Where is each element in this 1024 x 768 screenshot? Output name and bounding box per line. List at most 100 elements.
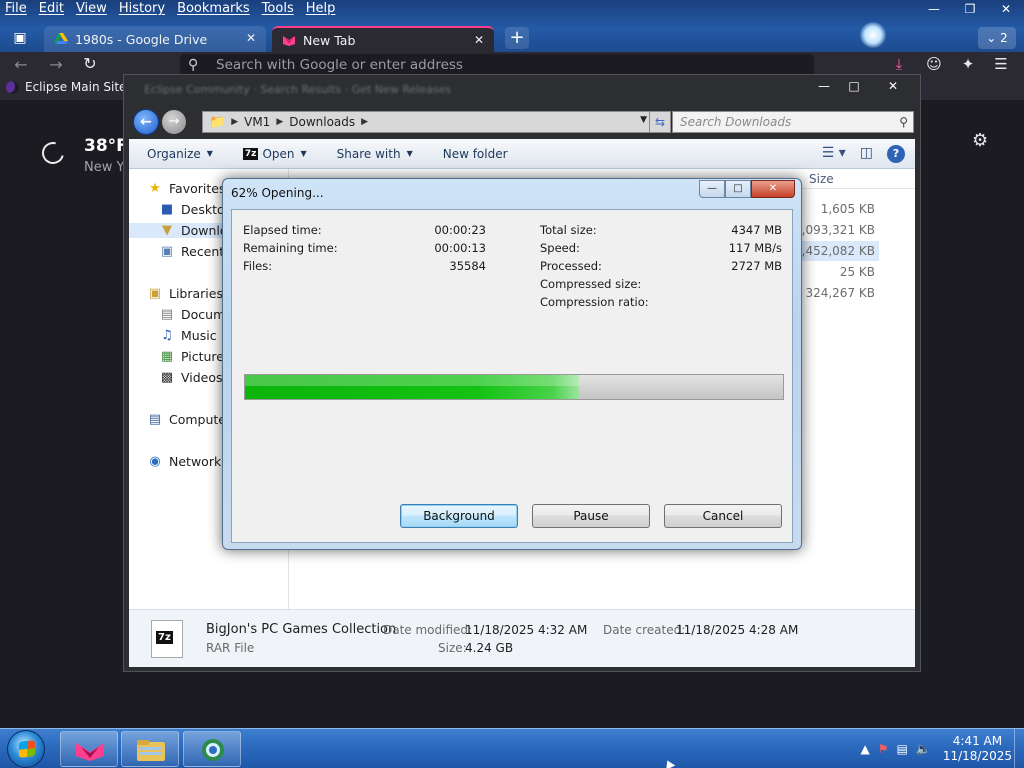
gear-icon[interactable]: ⚙ [972,130,988,151]
back-arrow-icon[interactable]: ← [133,109,159,135]
minimize-icon[interactable]: — [916,0,952,18]
nav-computer[interactable]: ▤ Compute [147,412,226,427]
chevron-down-icon[interactable]: ▼ [640,115,647,125]
tab-list-icon[interactable]: ▣ [6,28,34,50]
tab-title: New Tab [303,32,356,48]
date-modified-label: Date modified: [383,623,473,637]
extraction-progress-dialog: 62% Opening... — □ ✕ Elapsed time: 00:00… [222,178,802,550]
nav-label: Compute [169,412,227,427]
cancel-button[interactable]: Cancel [664,504,782,528]
download-icon[interactable]: ⤓ [888,55,910,73]
extensions-icon[interactable]: ✦ [957,55,979,73]
menu-edit[interactable]: Edit [39,0,64,20]
open-button[interactable]: 7z Open ▼ [242,146,307,161]
total-size-value: 4347 MB [731,223,782,237]
size-label: Size: [438,641,467,655]
breadcrumb-downloads[interactable]: Downloads [289,115,355,129]
menu-help[interactable]: Help [306,0,336,20]
tab-new-tab[interactable]: New Tab ✕ [272,26,494,52]
search-icon: ⚲ [188,57,199,73]
remaining-time-label: Remaining time: [243,241,338,255]
hamburger-menu-icon[interactable]: ☰ [990,55,1012,73]
close-tab-icon[interactable]: ✕ [246,31,256,45]
bookmark-eclipse[interactable]: Eclipse Main Site [6,80,126,94]
breadcrumb[interactable]: 📁 ▶ VM1 ▶ Downloads ▶ ▼ [202,111,654,133]
pictures-icon: ▦ [160,348,174,364]
menu-file[interactable]: File [5,0,27,20]
chevron-down-icon: ▼ [206,149,213,158]
background-button[interactable]: Background [400,504,518,528]
compression-ratio-label: Compression ratio: [540,295,649,309]
speed-label: Speed: [540,241,580,255]
open-label: Open [262,146,295,161]
explorer-titlebar: Eclipse Community · Search Results · Get… [124,75,920,109]
elapsed-time-label: Elapsed time: [243,223,322,237]
action-center-icon[interactable]: ⚑ [878,742,889,756]
taskbar-explorer[interactable] [121,731,179,767]
chevron-up-icon[interactable]: ▲ [861,742,870,756]
nav-pictures[interactable]: ▦ Pictures [159,349,231,364]
menu-tools[interactable]: Tools [262,0,294,20]
nav-documents[interactable]: ▤ Docum [159,307,225,322]
tab-count-button[interactable]: ⌄ 2 [978,27,1016,49]
menu-history[interactable]: History [119,0,165,20]
volume-muted-icon[interactable]: 🔈 [916,742,931,756]
share-with-button[interactable]: Share with ▼ [337,147,413,161]
address-bar[interactable]: ⚲ Search with Google or enter address [180,54,814,76]
date-created-label: Date created: [603,623,686,637]
nav-videos[interactable]: ▩ Videos [159,370,223,385]
start-button[interactable] [7,730,45,768]
clock[interactable]: 4:41 AM 11/18/2025 [943,734,1012,764]
menu-view[interactable]: View [76,0,107,20]
search-icon: ⚲ [899,115,908,129]
restore-icon[interactable]: ❐ [952,0,988,18]
breadcrumb-vm1[interactable]: VM1 [244,115,270,129]
nav-music[interactable]: ♫ Music [159,327,216,343]
new-folder-button[interactable]: New folder [443,147,508,161]
minimize-icon[interactable]: — [699,180,725,198]
tab-count: 2 [1000,31,1008,45]
help-icon[interactable]: ? [887,145,905,163]
forward-arrow-icon[interactable]: → [162,110,186,134]
show-desktop-button[interactable] [1014,729,1024,768]
refresh-icon[interactable]: ⇆ [649,111,671,133]
dialog-window-controls: — □ ✕ [699,180,795,198]
tab-google-drive[interactable]: 1980s - Google Drive ✕ [44,26,266,52]
new-tab-button[interactable]: + [505,27,529,49]
network-icon: ◉ [149,453,161,469]
windows-logo-icon [19,740,35,758]
downloads-folder-icon: ▼ [162,222,172,238]
taskbar-app[interactable] [183,731,241,767]
minimize-icon[interactable]: — [810,77,838,95]
preview-pane-icon[interactable]: ◫ [860,145,873,163]
close-icon[interactable]: ✕ [988,0,1024,18]
close-tab-icon[interactable]: ✕ [474,33,484,47]
reload-icon[interactable]: ↻ [79,54,101,73]
clock-time: 4:41 AM [952,734,1003,748]
account-icon[interactable]: ☺ [923,55,945,73]
size-column-header[interactable]: Size [809,172,834,186]
nav-libraries[interactable]: ▣ Libraries [147,286,223,301]
file-type: RAR File [206,641,255,655]
music-icon: ♫ [161,327,173,343]
documents-icon: ▤ [160,306,174,322]
taskbar-firefox[interactable] [60,731,118,767]
organize-button[interactable]: Organize ▼ [147,147,213,161]
network-status-icon[interactable]: ▤ [897,742,908,756]
nav-network[interactable]: ◉ Network [147,454,221,469]
maximize-icon[interactable]: □ [840,77,868,95]
maximize-icon[interactable]: □ [725,180,751,198]
back-arrow-icon[interactable]: ← [10,55,32,74]
close-icon[interactable]: ✕ [751,180,795,198]
search-input[interactable]: Search Downloads ⚲ [672,111,914,133]
forward-arrow-icon[interactable]: → [45,55,67,74]
close-icon[interactable]: ✕ [870,77,916,95]
firefox-logo-icon [283,36,295,46]
pause-button[interactable]: Pause [532,504,650,528]
computer-icon: ▤ [148,411,162,427]
files-label: Files: [243,259,273,273]
nav-favorites[interactable]: ★ Favorites [147,181,225,196]
file-name: BigJon's PC Games Collection [206,622,397,637]
view-options-icon[interactable]: ☰ ▾ [822,145,846,163]
menu-bookmarks[interactable]: Bookmarks [177,0,250,20]
